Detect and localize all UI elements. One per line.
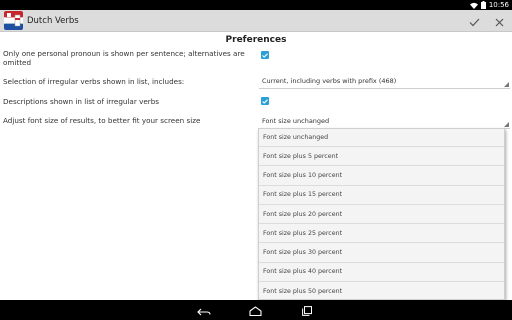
recents-button[interactable] bbox=[292, 300, 322, 320]
battery-icon bbox=[480, 1, 486, 9]
home-button[interactable] bbox=[240, 300, 270, 320]
pronoun-label: Only one personal pronoun is shown per s… bbox=[3, 49, 245, 67]
dropdown-option[interactable]: Font size plus 25 percent bbox=[259, 224, 504, 244]
dropdown-option[interactable]: Font size plus 50 percent bbox=[259, 282, 504, 299]
dropdown-option[interactable]: Font size plus 10 percent bbox=[259, 166, 504, 186]
dropdown-option[interactable]: Font size plus 30 percent bbox=[259, 243, 504, 263]
status-bar: 10:56 bbox=[0, 0, 512, 10]
font-size-select[interactable]: Font size unchanged bbox=[259, 115, 510, 129]
descriptions-label: Descriptions shown in list of irregular … bbox=[3, 97, 160, 106]
pronoun-checkbox[interactable] bbox=[261, 51, 269, 59]
dropdown-option[interactable]: Font size plus 5 percent bbox=[259, 147, 504, 167]
irregular-verbs-value: Current, including verbs with prefix (46… bbox=[262, 77, 397, 85]
preferences-screen: Preferences Only one personal pronoun is… bbox=[0, 32, 512, 300]
irregular-verbs-label: Selection of irregular verbs shown in li… bbox=[3, 77, 185, 86]
page-title: Preferences bbox=[225, 35, 287, 45]
dropdown-arrow-icon bbox=[504, 82, 509, 87]
navigation-bar bbox=[0, 300, 512, 320]
back-button[interactable] bbox=[189, 300, 219, 320]
close-icon bbox=[495, 12, 504, 31]
font-size-label: Adjust font size of results, to better f… bbox=[3, 116, 201, 125]
home-icon bbox=[248, 301, 262, 320]
font-size-dropdown: Font size unchanged Font size plus 5 perc… bbox=[258, 128, 505, 300]
font-size-value: Font size unchanged bbox=[262, 117, 330, 125]
action-bar: Dutch Verbs bbox=[0, 10, 512, 32]
dropdown-option[interactable]: Font size plus 20 percent bbox=[259, 205, 504, 225]
back-icon bbox=[197, 301, 211, 320]
app-logo-icon bbox=[4, 11, 23, 30]
status-icons: 10:56 bbox=[469, 0, 509, 10]
dropdown-option[interactable]: Font size plus 15 percent bbox=[259, 186, 504, 205]
irregular-verbs-select[interactable]: Current, including verbs with prefix (46… bbox=[259, 75, 510, 89]
dropdown-arrow-icon bbox=[504, 122, 509, 127]
dropdown-option[interactable]: Font size unchanged bbox=[259, 129, 504, 147]
wifi-icon bbox=[469, 2, 478, 9]
status-time: 10:56 bbox=[488, 1, 509, 9]
cancel-button[interactable] bbox=[488, 10, 510, 32]
dropdown-option[interactable]: Font size plus 40 percent bbox=[259, 263, 504, 283]
confirm-button[interactable] bbox=[463, 10, 485, 32]
recents-icon bbox=[302, 301, 312, 320]
app-title: Dutch Verbs bbox=[27, 16, 79, 26]
check-icon bbox=[469, 12, 480, 31]
descriptions-checkbox[interactable] bbox=[261, 97, 269, 105]
